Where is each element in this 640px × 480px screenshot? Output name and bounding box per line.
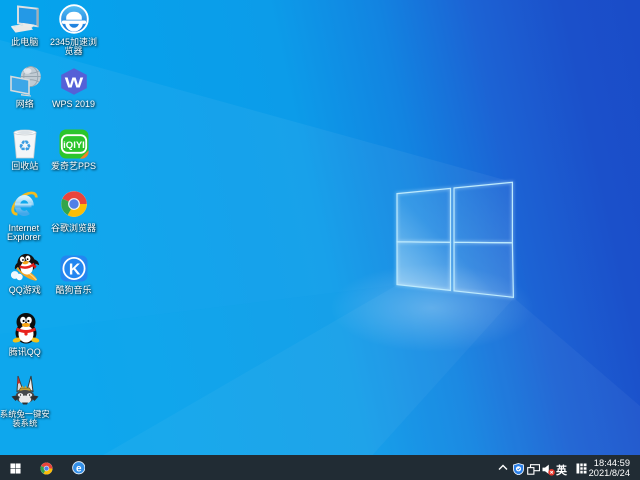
svg-text:K: K	[69, 261, 81, 278]
svg-text:W: W	[65, 73, 84, 90]
svg-text:e: e	[76, 463, 82, 474]
svg-text:iQIYI: iQIYI	[63, 140, 85, 151]
svg-text:♻: ♻	[18, 138, 31, 155]
